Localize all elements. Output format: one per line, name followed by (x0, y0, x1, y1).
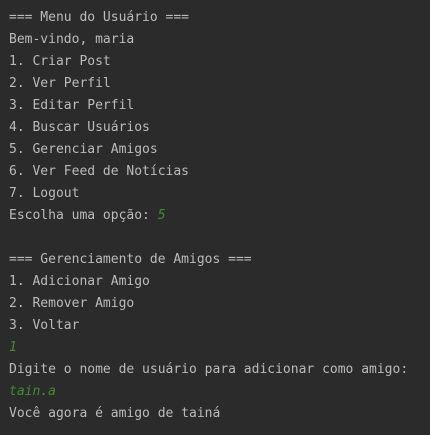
menu-header: === Menu do Usuário === (9, 10, 190, 25)
friends-menu-item: 2. Remover Amigo (9, 296, 135, 311)
welcome-text: Bem-vindo, maria (9, 32, 135, 47)
username-prompt: Digite o nome de usuário para adicionar … (9, 362, 409, 377)
choose-option-input: 5 (157, 208, 166, 223)
console-output[interactable]: === Menu do Usuário === Bem-vindo, maria… (0, 0, 430, 435)
friends-header: === Gerenciamento de Amigos === (9, 252, 252, 267)
choose-option-line: Escolha uma opção: 5 (9, 205, 430, 227)
menu-item: 5. Gerenciar Amigos (9, 142, 158, 157)
menu-item: 2. Ver Perfil (9, 76, 111, 91)
choose-option-prompt: Escolha uma opção: (9, 208, 158, 223)
menu-item: 1. Criar Post (9, 54, 111, 69)
friends-menu-item: 1. Adicionar Amigo (9, 274, 150, 289)
friends-menu-item: 3. Voltar (9, 318, 80, 333)
menu-item: 3. Editar Perfil (9, 98, 135, 113)
result-message: Você agora é amigo de tainá (9, 406, 221, 421)
username-input: tain.a (9, 384, 56, 399)
menu-item: 6. Ver Feed de Notícias (9, 164, 190, 179)
menu-item: 7. Logout (9, 186, 80, 201)
menu-item: 4. Buscar Usuários (9, 120, 150, 135)
friends-option-input: 1 (9, 340, 17, 355)
